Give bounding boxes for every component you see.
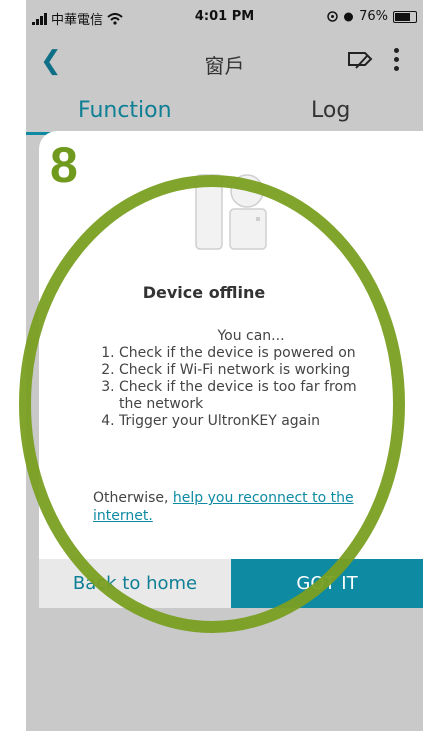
otherwise-text: Otherwise, help you reconnect to the int… (93, 489, 373, 525)
list-item: Check if Wi-Fi network is working (119, 362, 381, 379)
troubleshoot-list: Check if the device is powered on Check … (91, 345, 381, 430)
otherwise-prefix: Otherwise, (93, 490, 169, 506)
dialog-body: You can... Check if the device is powere… (91, 328, 381, 430)
battery-percent: 76% (359, 9, 388, 24)
list-item: Check if the device is too far from the … (119, 379, 381, 413)
device-offline-dialog: Device offline You can... Check if the d… (39, 131, 423, 608)
more-options-icon[interactable] (394, 48, 399, 71)
dialog-intro: You can... (217, 328, 285, 344)
tab-bar: Function Log (26, 88, 423, 136)
annotation-number: 8 (50, 137, 78, 193)
status-bar: 中華電信 4:01 PM 76% (26, 0, 423, 36)
got-it-button[interactable]: GOT IT (231, 559, 423, 608)
status-right: 76% (327, 9, 417, 24)
location-icon (327, 11, 338, 22)
alarm-icon (344, 12, 354, 22)
nav-bar: ❮ 窗戶 (26, 36, 423, 88)
dialog-title: Device offline (142, 283, 266, 302)
list-item: Trigger your UltronKEY again (119, 413, 381, 430)
device-illustration-icon (195, 174, 267, 250)
edit-tag-icon[interactable] (347, 50, 373, 72)
battery-icon (393, 10, 417, 23)
list-item: Check if the device is powered on (119, 345, 381, 362)
back-to-home-button[interactable]: Back to home (39, 559, 231, 608)
tab-log[interactable]: Log (311, 98, 350, 123)
tab-function[interactable]: Function (78, 98, 172, 123)
